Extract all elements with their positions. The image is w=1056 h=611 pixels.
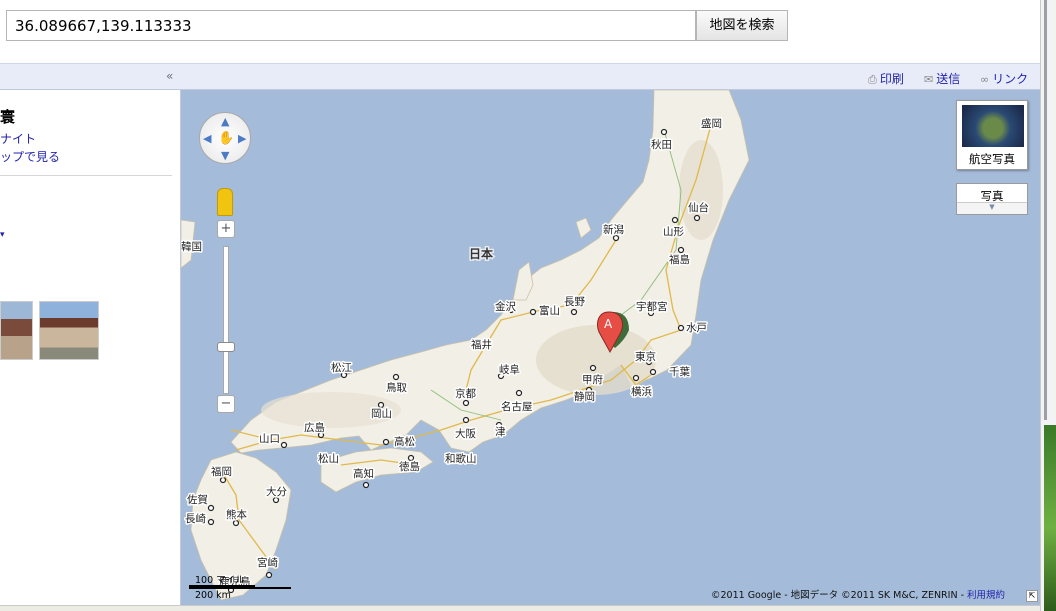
svg-text:高知: 高知 <box>353 467 374 480</box>
zoom-out-button[interactable]: − <box>217 395 235 413</box>
print-link[interactable]: ⎙ 印刷 <box>868 70 904 87</box>
svg-text:津: 津 <box>495 426 506 438</box>
svg-text:新潟: 新潟 <box>603 223 624 236</box>
pan-down-icon[interactable]: ▼ <box>221 149 229 162</box>
place-photo[interactable] <box>39 301 99 360</box>
send-link[interactable]: ✉ 送信 <box>924 70 960 87</box>
scale-line-km <box>189 587 291 589</box>
svg-text:水戸: 水戸 <box>686 322 707 334</box>
svg-text:福井: 福井 <box>471 338 492 351</box>
svg-text:横浜: 横浜 <box>631 385 652 398</box>
scale-bar: 100 マイル 200 km <box>189 572 293 602</box>
link-link[interactable]: ∞ リンク <box>980 70 1028 87</box>
place-title: 寰 <box>0 108 16 126</box>
sidebar-link-site[interactable]: ナイト <box>0 130 36 147</box>
zoom-in-button[interactable]: + <box>217 220 235 238</box>
place-photo[interactable] <box>0 301 33 360</box>
search-bar: 地図を検索 <box>0 0 1040 63</box>
svg-text:高松: 高松 <box>394 435 415 448</box>
send-label: 送信 <box>936 72 961 86</box>
svg-text:甲府: 甲府 <box>582 373 603 386</box>
svg-text:鳥取: 鳥取 <box>386 381 407 394</box>
svg-text:東京: 東京 <box>635 350 656 363</box>
pan-left-icon[interactable]: ◀ <box>203 132 211 145</box>
pan-control[interactable]: ▲ ▼ ◀ ▶ ✋ <box>199 112 251 164</box>
collapse-sidebar-button[interactable]: « <box>166 69 173 83</box>
expand-triangle-icon[interactable]: ▾ <box>0 230 5 240</box>
svg-text:盛岡: 盛岡 <box>701 117 722 130</box>
svg-text:徳島: 徳島 <box>399 460 420 473</box>
svg-text:金沢: 金沢 <box>495 300 516 313</box>
svg-text:福島: 福島 <box>669 253 690 266</box>
svg-text:富山: 富山 <box>539 304 560 317</box>
svg-text:松山: 松山 <box>318 452 339 465</box>
zoom-slider-track[interactable] <box>223 246 229 394</box>
pan-right-icon[interactable]: ▶ <box>238 132 246 145</box>
map-toolbar: « ⎙ 印刷 ✉ 送信 ∞ リンク <box>0 63 1040 90</box>
japan-map: 盛岡 秋田 仙台 山形 新潟 福島 宇都宮 水戸 金沢 富山 長野 福井 東京 … <box>181 90 750 601</box>
pegman-icon[interactable] <box>217 188 233 216</box>
map-canvas[interactable]: 盛岡 秋田 仙台 山形 新潟 福島 宇都宮 水戸 金沢 富山 長野 福井 東京 … <box>181 90 1040 605</box>
sidebar: 寰 ナイト ップで見る ▾ <box>0 90 181 611</box>
envelope-icon: ✉ <box>924 73 934 86</box>
svg-text:韓国: 韓国 <box>181 241 202 253</box>
terms-link[interactable]: 利用規約 <box>967 590 1005 601</box>
svg-text:岐阜: 岐阜 <box>499 363 520 376</box>
svg-text:宇都宮: 宇都宮 <box>636 300 668 313</box>
svg-text:長崎: 長崎 <box>185 512 206 525</box>
svg-text:秋田: 秋田 <box>651 138 672 151</box>
svg-text:仙台: 仙台 <box>688 201 709 214</box>
divider <box>0 175 172 176</box>
svg-text:名古屋: 名古屋 <box>501 400 533 413</box>
desktop-background <box>1044 425 1056 611</box>
svg-text:松江: 松江 <box>331 361 352 374</box>
svg-text:山口: 山口 <box>259 433 280 445</box>
svg-text:千葉: 千葉 <box>669 365 690 378</box>
svg-text:静岡: 静岡 <box>574 390 595 403</box>
aerial-view-button[interactable]: 航空写真 <box>956 100 1028 170</box>
hand-icon: ✋ <box>218 131 235 146</box>
svg-text:和歌山: 和歌山 <box>445 452 477 465</box>
svg-text:宮崎: 宮崎 <box>257 556 278 569</box>
svg-text:京都: 京都 <box>455 387 476 400</box>
printer-icon: ⎙ <box>868 73 877 86</box>
globe-thumbnail <box>962 105 1024 147</box>
svg-text:熊本: 熊本 <box>226 508 247 521</box>
status-strip <box>0 605 1040 611</box>
svg-text:大分: 大分 <box>266 485 287 498</box>
svg-text:佐賀: 佐賀 <box>187 493 208 506</box>
zoom-slider-thumb[interactable] <box>217 342 235 352</box>
svg-text:岡山: 岡山 <box>371 408 392 420</box>
pan-up-icon[interactable]: ▲ <box>221 115 229 128</box>
photo-layer-button[interactable]: 写真 ▼ <box>956 183 1028 215</box>
aerial-label: 航空写真 <box>969 152 1015 166</box>
search-input[interactable] <box>6 10 696 41</box>
svg-text:長野: 長野 <box>564 296 585 308</box>
svg-text:広島: 広島 <box>304 421 325 434</box>
scale-km: 200 km <box>195 590 231 601</box>
copyright-notice: ©2011 Google - 地図データ ©2011 SK M&C, ZENRI… <box>711 587 1005 601</box>
chain-link-icon: ∞ <box>980 73 990 86</box>
svg-text:福岡: 福岡 <box>211 465 232 478</box>
svg-text:大阪: 大阪 <box>455 427 476 440</box>
print-label: 印刷 <box>879 72 904 86</box>
sidebar-link-map[interactable]: ップで見る <box>0 148 60 165</box>
svg-text:山形: 山形 <box>663 226 684 238</box>
svg-text:A: A <box>604 317 613 331</box>
copyright-text: ©2011 Google - 地図データ ©2011 SK M&C, ZENRI… <box>711 590 968 601</box>
chevron-down-icon[interactable]: ▼ <box>957 202 1027 214</box>
search-button[interactable]: 地図を検索 <box>696 10 788 41</box>
svg-text:日本: 日本 <box>469 246 493 261</box>
scrollbar[interactable] <box>1044 0 1047 420</box>
link-label: リンク <box>992 72 1029 86</box>
resize-corner-icon[interactable]: ⇱ <box>1026 590 1038 602</box>
browser-window: 地図を検索 « ⎙印刷 ✉送信 ∞リンク 寰 ナイト ップで見る ▾ <box>0 0 1056 611</box>
scale-miles: 100 マイル <box>195 575 245 586</box>
